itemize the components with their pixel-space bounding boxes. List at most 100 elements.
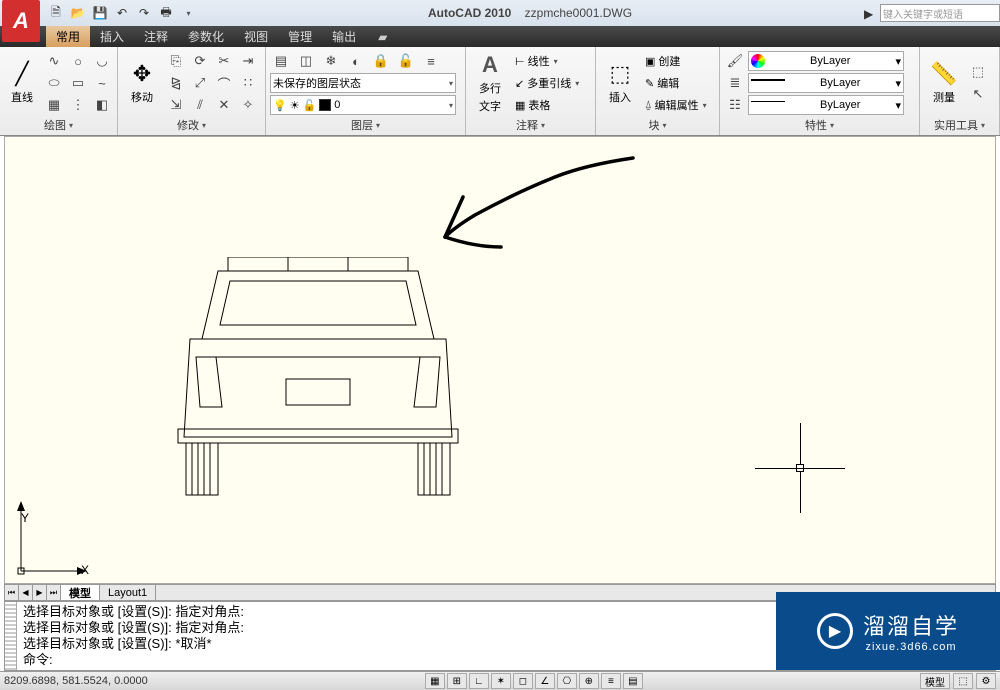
layers-expand-icon[interactable] bbox=[375, 119, 380, 131]
polyline-icon[interactable]: ∿ bbox=[43, 51, 65, 71]
lineweight-dropdown[interactable]: ByLayer▾ bbox=[748, 73, 904, 93]
arc-icon[interactable]: ◡ bbox=[91, 51, 113, 71]
quick-access-toolbar: 🗎 📂 💾 ↶ ↷ 🖶 bbox=[46, 4, 198, 22]
open-icon[interactable]: 📂 bbox=[68, 4, 88, 22]
panel-annotate: A 多行 文字 ⊢线性 ↙多重引线 ▦表格 注释 bbox=[466, 47, 596, 135]
model-space-button[interactable]: 模型 bbox=[920, 673, 950, 689]
prev-tab-icon[interactable]: ◀ bbox=[19, 585, 33, 600]
trim-icon[interactable]: ✂ bbox=[213, 51, 235, 71]
explode-icon[interactable]: ✧ bbox=[237, 95, 259, 115]
snap-toggle[interactable]: ▦ bbox=[425, 673, 445, 689]
move-button[interactable]: ✥ 移动 bbox=[122, 52, 162, 114]
dyn-toggle[interactable]: ⊕ bbox=[579, 673, 599, 689]
mirror-icon[interactable]: ⧎ bbox=[165, 73, 187, 93]
cmd-drag-handle[interactable] bbox=[5, 602, 17, 670]
block-attr-button[interactable]: ⍙编辑属性 bbox=[643, 95, 709, 115]
util-expand-icon[interactable] bbox=[980, 119, 985, 131]
qat-more-icon[interactable] bbox=[178, 4, 198, 22]
annotate-expand-icon[interactable] bbox=[540, 119, 545, 131]
block-create-button[interactable]: ▣创建 bbox=[643, 51, 709, 71]
erase-icon[interactable]: ✕ bbox=[213, 95, 235, 115]
layer-current-dropdown[interactable]: 💡 ☀ 🔓 0▾ bbox=[270, 95, 456, 115]
undo-icon[interactable]: ↶ bbox=[112, 4, 132, 22]
props-expand-icon[interactable] bbox=[829, 119, 834, 131]
ellipse-icon[interactable]: ⬭ bbox=[43, 73, 65, 93]
dim-linear-button[interactable]: ⊢线性 bbox=[513, 51, 581, 71]
last-tab-icon[interactable]: ⏭ bbox=[47, 585, 61, 600]
tab-view[interactable]: 视图 bbox=[234, 26, 278, 47]
osnap-toggle[interactable]: ◻ bbox=[513, 673, 533, 689]
hatch-icon[interactable]: ▦ bbox=[43, 95, 65, 115]
tab-manage[interactable]: 管理 bbox=[278, 26, 322, 47]
layer-color-swatch bbox=[319, 99, 331, 111]
layer-off-icon[interactable]: ◐ bbox=[345, 51, 367, 71]
otrack-toggle[interactable]: ∠ bbox=[535, 673, 555, 689]
point-icon[interactable]: ⋮ bbox=[67, 95, 89, 115]
select-icon[interactable]: ⬚ bbox=[967, 62, 989, 82]
tab-output[interactable]: 输出 bbox=[322, 26, 366, 47]
block-insert-button[interactable]: ⬚ 插入 bbox=[600, 52, 640, 114]
redo-icon[interactable]: ↷ bbox=[134, 4, 154, 22]
grid-toggle[interactable]: ⊞ bbox=[447, 673, 467, 689]
layer-props-icon[interactable]: ▤ bbox=[270, 51, 292, 71]
layer-unlock-icon[interactable]: 🔓 bbox=[395, 51, 417, 71]
table-icon: ▦ bbox=[515, 99, 525, 112]
list-icon[interactable]: ≣ bbox=[724, 73, 746, 93]
circle-icon[interactable]: ○ bbox=[67, 51, 89, 71]
print-icon[interactable]: 🖶 bbox=[156, 4, 176, 22]
scale-icon[interactable]: ⤢ bbox=[189, 73, 211, 93]
save-icon[interactable]: 💾 bbox=[90, 4, 110, 22]
copy-icon[interactable]: ⎘ bbox=[165, 51, 187, 71]
fillet-icon[interactable]: ⌒ bbox=[213, 73, 235, 93]
tab-insert[interactable]: 插入 bbox=[90, 26, 134, 47]
ortho-toggle[interactable]: ∟ bbox=[469, 673, 489, 689]
extend-icon[interactable]: ⇥ bbox=[237, 51, 259, 71]
matchprop-icon[interactable]: 🖌 bbox=[724, 51, 746, 71]
measure-button[interactable]: 📏 测量 bbox=[924, 52, 964, 114]
layer-match-icon[interactable]: ≡ bbox=[420, 51, 442, 71]
rectangle-icon[interactable]: ▭ bbox=[67, 73, 89, 93]
tab-home[interactable]: 常用 bbox=[46, 26, 90, 47]
layer-iso-icon[interactable]: ◫ bbox=[295, 51, 317, 71]
mtext-icon: A bbox=[482, 52, 498, 78]
linetype-dropdown[interactable]: ByLayer▾ bbox=[748, 95, 904, 115]
ducs-toggle[interactable]: ⎔ bbox=[557, 673, 577, 689]
draw-expand-icon[interactable] bbox=[68, 119, 73, 131]
next-tab-icon[interactable]: ▶ bbox=[33, 585, 47, 600]
status-icon-1[interactable]: ⬚ bbox=[953, 673, 973, 689]
layout1-tab[interactable]: Layout1 bbox=[100, 585, 156, 600]
stretch-icon[interactable]: ⇲ bbox=[165, 95, 187, 115]
layer-state-dropdown[interactable]: 未保存的图层状态▾ bbox=[270, 73, 456, 93]
table-button[interactable]: ▦表格 bbox=[513, 95, 581, 115]
color-dropdown[interactable]: ByLayer▾ bbox=[748, 51, 904, 71]
tab-parametric[interactable]: 参数化 bbox=[178, 26, 234, 47]
block-edit-button[interactable]: ✎编辑 bbox=[643, 73, 709, 93]
polar-toggle[interactable]: ✶ bbox=[491, 673, 511, 689]
modify-expand-icon[interactable] bbox=[201, 119, 206, 131]
offset-icon[interactable]: ⫽ bbox=[189, 95, 211, 115]
line-button[interactable]: ╱ 直线 bbox=[4, 52, 40, 114]
first-tab-icon[interactable]: ⏮ bbox=[5, 585, 19, 600]
array-icon[interactable]: ∷ bbox=[237, 73, 259, 93]
drawing-canvas[interactable]: Y X bbox=[4, 136, 996, 584]
app-menu-button[interactable]: A bbox=[2, 0, 40, 42]
mleader-button[interactable]: ↙多重引线 bbox=[513, 73, 581, 93]
model-tab[interactable]: 模型 bbox=[61, 585, 100, 600]
status-icon-2[interactable]: ⚙ bbox=[976, 673, 996, 689]
layer-lock-icon[interactable]: 🔒 bbox=[370, 51, 392, 71]
qp-toggle[interactable]: ▤ bbox=[623, 673, 643, 689]
props-icon[interactable]: ☷ bbox=[724, 95, 746, 115]
layer-freeze-icon[interactable]: ❄ bbox=[320, 51, 342, 71]
spline-icon[interactable]: ~ bbox=[91, 73, 113, 93]
blocks-expand-icon[interactable] bbox=[661, 119, 666, 131]
new-icon[interactable]: 🗎 bbox=[46, 4, 66, 22]
search-input[interactable]: 键入关键字或短语 bbox=[880, 4, 1000, 22]
mtext-button[interactable]: A 多行 文字 bbox=[470, 52, 510, 114]
infocenter-arrow-icon[interactable]: ▶ bbox=[864, 7, 876, 19]
region-icon[interactable]: ◧ bbox=[91, 95, 113, 115]
rotate-icon[interactable]: ⟳ bbox=[189, 51, 211, 71]
tab-annotate[interactable]: 注释 bbox=[134, 26, 178, 47]
tab-extra-icon[interactable]: ▰ bbox=[366, 26, 399, 47]
lwt-toggle[interactable]: ≡ bbox=[601, 673, 621, 689]
cursor-icon[interactable]: ↖ bbox=[967, 84, 989, 104]
